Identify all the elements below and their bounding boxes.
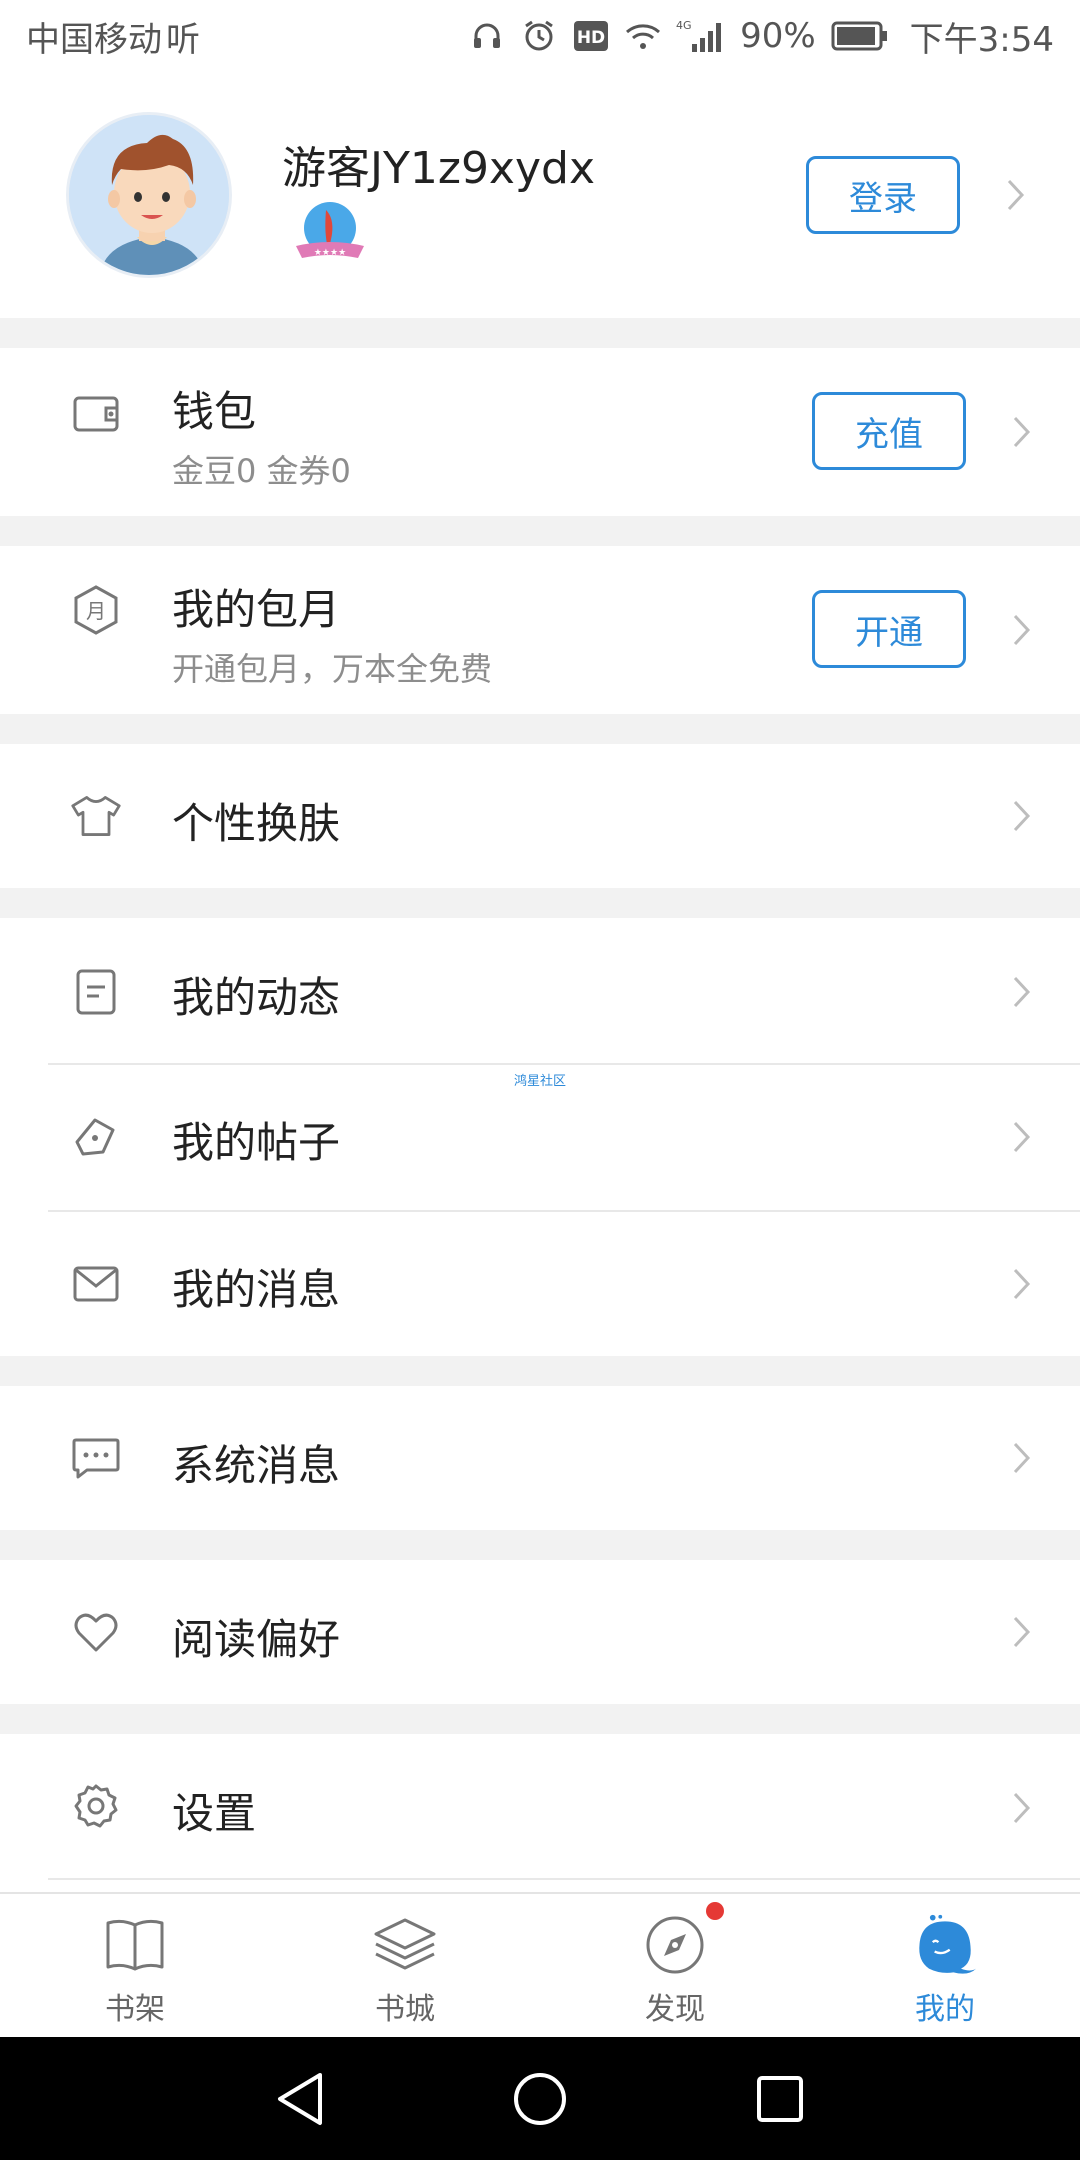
nav-label: 我的: [915, 1992, 975, 2027]
gear-icon: [70, 1780, 122, 1832]
chevron-right-icon[interactable]: [1008, 412, 1036, 452]
svg-text:★★★★: ★★★★: [314, 248, 346, 258]
status-bar: 中国移动 听 HD 4G 90% 下午3:54: [0, 0, 1080, 72]
user-avatar[interactable]: [66, 112, 232, 278]
month-icon: 月: [70, 584, 122, 636]
divider: [48, 1878, 1080, 1880]
monthly-title: 我的包月: [172, 585, 341, 634]
headphones-icon: [468, 17, 506, 55]
svg-text:HD: HD: [577, 28, 605, 48]
chat-icon: [70, 1432, 122, 1484]
skin-row[interactable]: 个性换肤: [0, 744, 1080, 888]
carrier-label: 中国移动: [26, 19, 162, 60]
nav-label: 书城: [375, 1992, 435, 2027]
recents-icon[interactable]: [748, 2067, 812, 2131]
list-item[interactable]: 我的消息: [0, 1212, 1080, 1356]
back-icon[interactable]: [268, 2067, 332, 2131]
wallet-subtitle: 金豆0 金券0: [172, 452, 351, 490]
wallet-icon: [70, 388, 122, 440]
recharge-button[interactable]: 充值: [812, 392, 966, 470]
wallet-row[interactable]: 钱包 金豆0 金券0 充值: [0, 348, 1080, 516]
compass-icon: [642, 1912, 708, 1978]
system-nav-bar: [0, 2037, 1080, 2160]
home-icon[interactable]: [508, 2067, 572, 2131]
note-icon: [70, 966, 122, 1018]
monthly-row[interactable]: 月 我的包月 开通包月，万本全免费 开通: [0, 546, 1080, 714]
chevron-right-icon[interactable]: [1008, 796, 1036, 836]
battery-percent: 90%: [740, 16, 816, 56]
nav-mine[interactable]: 我的: [810, 1894, 1080, 2039]
login-button[interactable]: 登录: [806, 156, 960, 234]
alarm-icon: [520, 17, 558, 55]
nav-bookstore[interactable]: 书城: [270, 1894, 540, 2039]
pen-icon: [70, 1111, 122, 1163]
my-activity-title: 我的动态: [172, 973, 341, 1022]
chevron-right-icon[interactable]: [1008, 1612, 1036, 1652]
nav-discover[interactable]: 发现: [540, 1894, 810, 2039]
chevron-right-icon[interactable]: [1008, 1264, 1036, 1304]
system-message-title: 系统消息: [172, 1441, 341, 1490]
my-messages-title: 我的消息: [172, 1265, 341, 1314]
reading-pref-row[interactable]: 阅读偏好: [0, 1560, 1080, 1704]
reading-pref-title: 阅读偏好: [172, 1615, 341, 1664]
my-posts-title: 我的帖子: [172, 1118, 341, 1167]
settings-row[interactable]: 设置: [0, 1734, 1080, 1892]
hd-icon: HD: [572, 17, 610, 55]
wallet-title: 钱包: [172, 387, 257, 436]
community-group: 我的动态 鸿星社区 我的帖子 我的消息: [0, 918, 1080, 1356]
list-item[interactable]: 我的动态: [0, 918, 1080, 1064]
mail-icon: [70, 1258, 122, 1310]
wifi-icon: [624, 17, 662, 55]
mascot-icon: [912, 1912, 978, 1978]
carrier-extra-label: 听: [166, 19, 200, 60]
activate-button[interactable]: 开通: [812, 590, 966, 668]
heart-icon: [70, 1606, 122, 1658]
book-icon: [102, 1912, 168, 1978]
layers-icon: [372, 1912, 438, 1978]
username: 游客JY1z9xydx: [282, 143, 595, 194]
chevron-right-icon[interactable]: [1008, 1117, 1036, 1157]
list-item[interactable]: 我的帖子: [0, 1065, 1080, 1211]
nav-label: 发现: [645, 1992, 705, 2027]
chevron-right-icon[interactable]: [1008, 1788, 1036, 1828]
chevron-right-icon[interactable]: [1008, 610, 1036, 650]
profile-header[interactable]: 游客JY1z9xydx ★★★★ 登录: [0, 72, 1080, 318]
nav-bookshelf[interactable]: 书架: [0, 1894, 270, 2039]
monthly-subtitle: 开通包月，万本全免费: [172, 650, 493, 688]
clock-time: 下午3:54: [909, 19, 1054, 60]
signal-icon: 4G: [676, 17, 726, 55]
chevron-right-icon[interactable]: [1002, 175, 1030, 215]
svg-text:月: 月: [86, 599, 106, 623]
nav-label: 书架: [105, 1992, 165, 2027]
chevron-right-icon[interactable]: [1008, 972, 1036, 1012]
chevron-right-icon[interactable]: [1008, 1438, 1036, 1478]
network-type-label: 4G: [676, 19, 692, 32]
system-message-row[interactable]: 系统消息: [0, 1386, 1080, 1530]
shirt-icon: [70, 790, 122, 842]
skin-title: 个性换肤: [172, 799, 341, 848]
level-badge-icon: ★★★★: [290, 198, 370, 268]
notification-dot: [706, 1902, 724, 1920]
battery-icon: [830, 17, 890, 55]
bottom-nav: 书架 书城 发现 我的: [0, 1892, 1080, 2037]
settings-title: 设置: [172, 1789, 257, 1838]
